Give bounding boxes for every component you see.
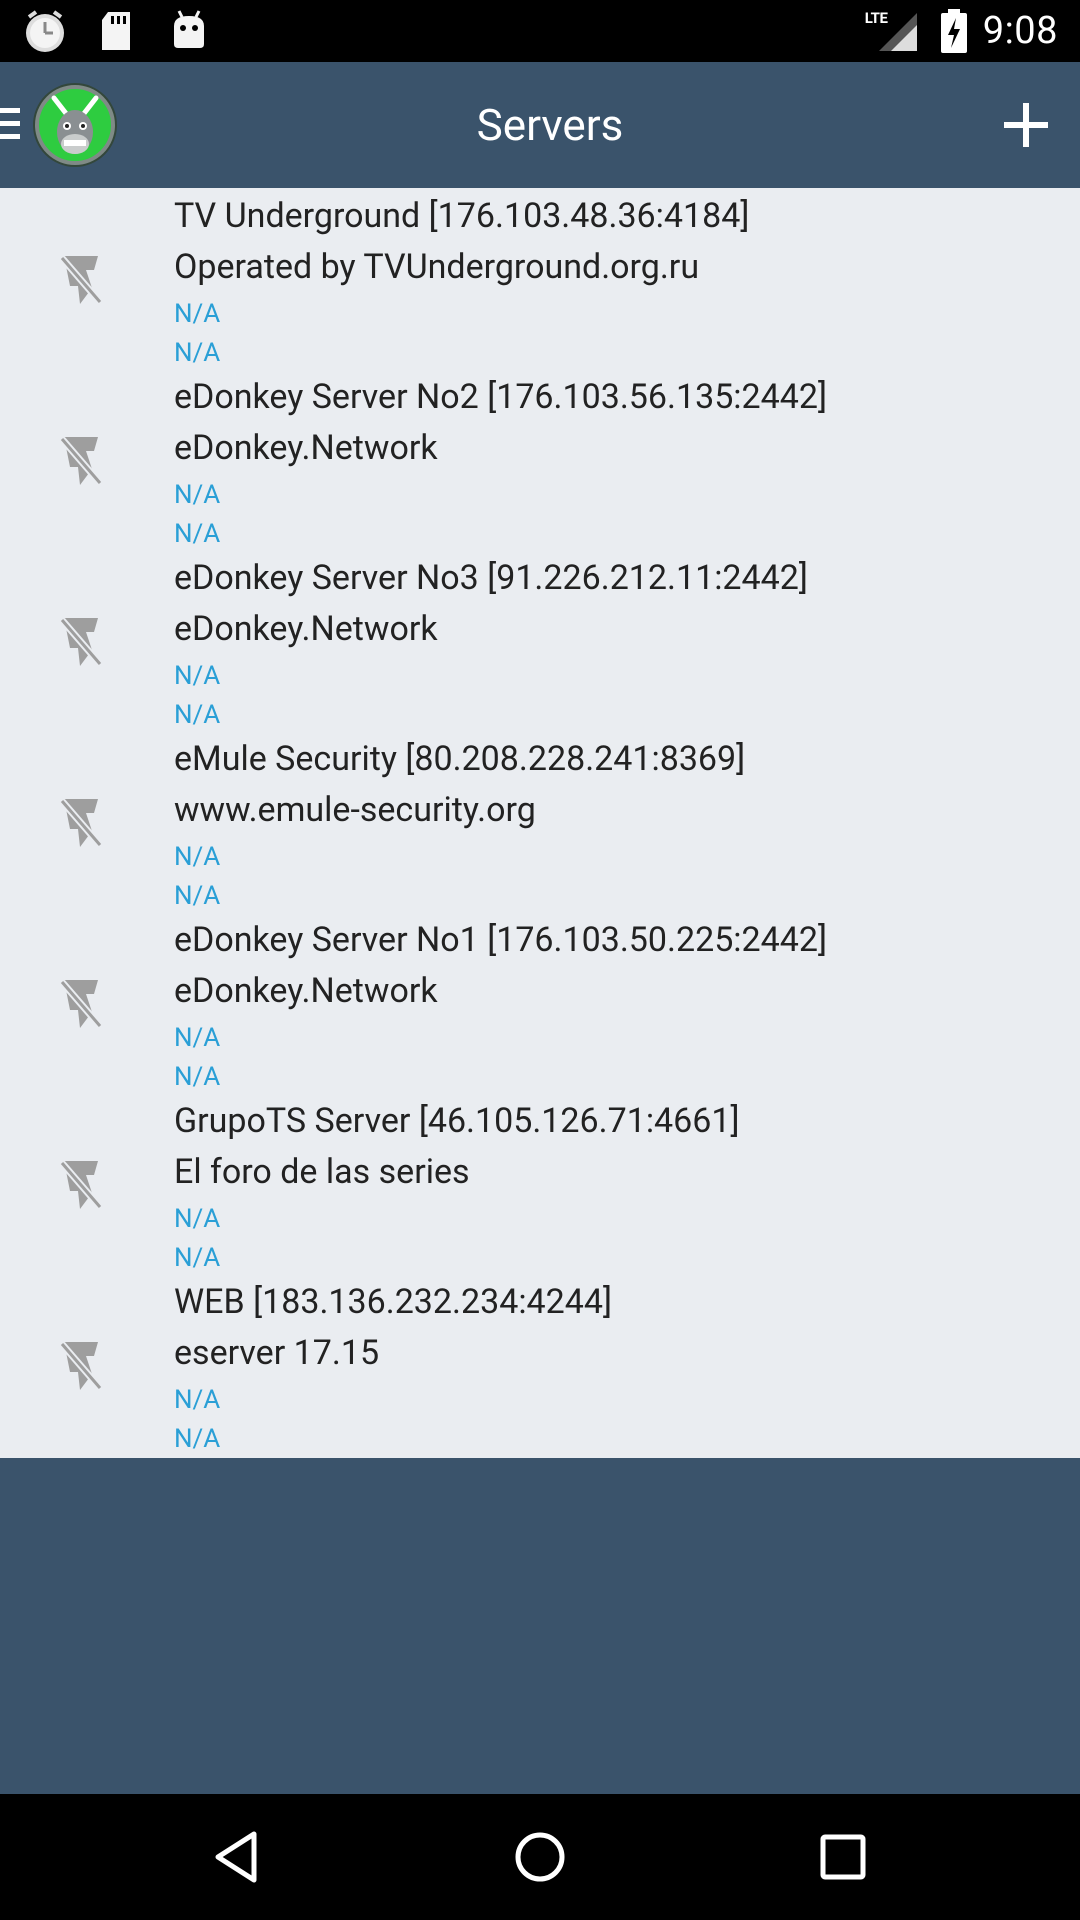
app-logo-icon[interactable] [32,82,118,168]
server-list-item[interactable]: eDonkey Server No3 [91.226.212.11:2442] … [0,550,1080,731]
server-files: N/A [174,338,221,368]
disconnected-icon [59,1160,103,1210]
server-files: N/A [174,1243,221,1273]
disconnected-icon [59,1341,103,1391]
disconnected-icon [59,255,103,305]
server-list: TV Underground [176.103.48.36:4184] Oper… [0,188,1080,1458]
server-files: N/A [174,700,221,730]
server-name: GrupoTS Server [46.105.126.71:4661] [174,1101,740,1141]
server-list-item[interactable]: eDonkey Server No2 [176.103.56.135:2442]… [0,369,1080,550]
server-users: N/A [174,842,221,872]
alarm-clock-icon [22,8,68,54]
status-notification-icons [22,8,238,54]
server-description: Operated by TVUnderground.org.ru [174,247,700,287]
server-description: www.emule-security.org [174,790,536,830]
server-list-item[interactable]: eDonkey Server No1 [176.103.50.225:2442]… [0,912,1080,1093]
server-users: N/A [174,661,221,691]
sd-card-icon [94,8,140,54]
server-users: N/A [174,1023,221,1053]
server-users: N/A [174,1204,221,1234]
home-icon[interactable] [507,1824,573,1890]
server-list-item[interactable]: eMule Security [80.208.228.241:8369] www… [0,731,1080,912]
page-title: Servers [476,99,624,151]
server-description: eDonkey.Network [174,428,438,468]
server-name: TV Underground [176.103.48.36:4184] [174,196,750,236]
server-users: N/A [174,1385,221,1415]
battery-charging-icon [939,9,969,53]
status-bar: LTE 9:08 [0,0,1080,62]
add-icon [1004,103,1048,147]
server-list-item[interactable]: GrupoTS Server [46.105.126.71:4661] El f… [0,1093,1080,1274]
server-name: eMule Security [80.208.228.241:8369] [174,739,746,779]
status-system-icons: LTE 9:08 [865,0,1058,62]
navigation-bar [0,1794,1080,1920]
server-name: eDonkey Server No3 [91.226.212.11:2442] [174,558,808,598]
menu-icon[interactable] [0,108,22,142]
add-server-button[interactable] [996,95,1056,155]
server-description: eDonkey.Network [174,971,438,1011]
server-description: eDonkey.Network [174,609,438,649]
status-clock: 9:08 [982,9,1058,53]
server-description: El foro de las series [174,1152,470,1192]
server-name: eDonkey Server No1 [176.103.50.225:2442] [174,920,827,960]
signal-icon: LTE [865,9,921,53]
server-description: eserver 17.15 [174,1333,380,1373]
server-users: N/A [174,480,221,510]
server-files: N/A [174,1424,221,1454]
server-files: N/A [174,519,221,549]
server-users: N/A [174,299,221,329]
disconnected-icon [59,436,103,486]
disconnected-icon [59,798,103,848]
android-debug-icon [166,8,212,54]
recents-icon[interactable] [810,1824,876,1890]
server-files: N/A [174,881,221,911]
server-list-item[interactable]: WEB [183.136.232.234:4244] eserver 17.15… [0,1274,1080,1455]
app-bar: Servers [0,62,1080,188]
disconnected-icon [59,979,103,1029]
server-name: WEB [183.136.232.234:4244] [174,1282,612,1322]
server-list-item[interactable]: TV Underground [176.103.48.36:4184] Oper… [0,188,1080,369]
disconnected-icon [59,617,103,667]
server-files: N/A [174,1062,221,1092]
server-name: eDonkey Server No2 [176.103.56.135:2442] [174,377,827,417]
back-icon[interactable] [204,1824,270,1890]
